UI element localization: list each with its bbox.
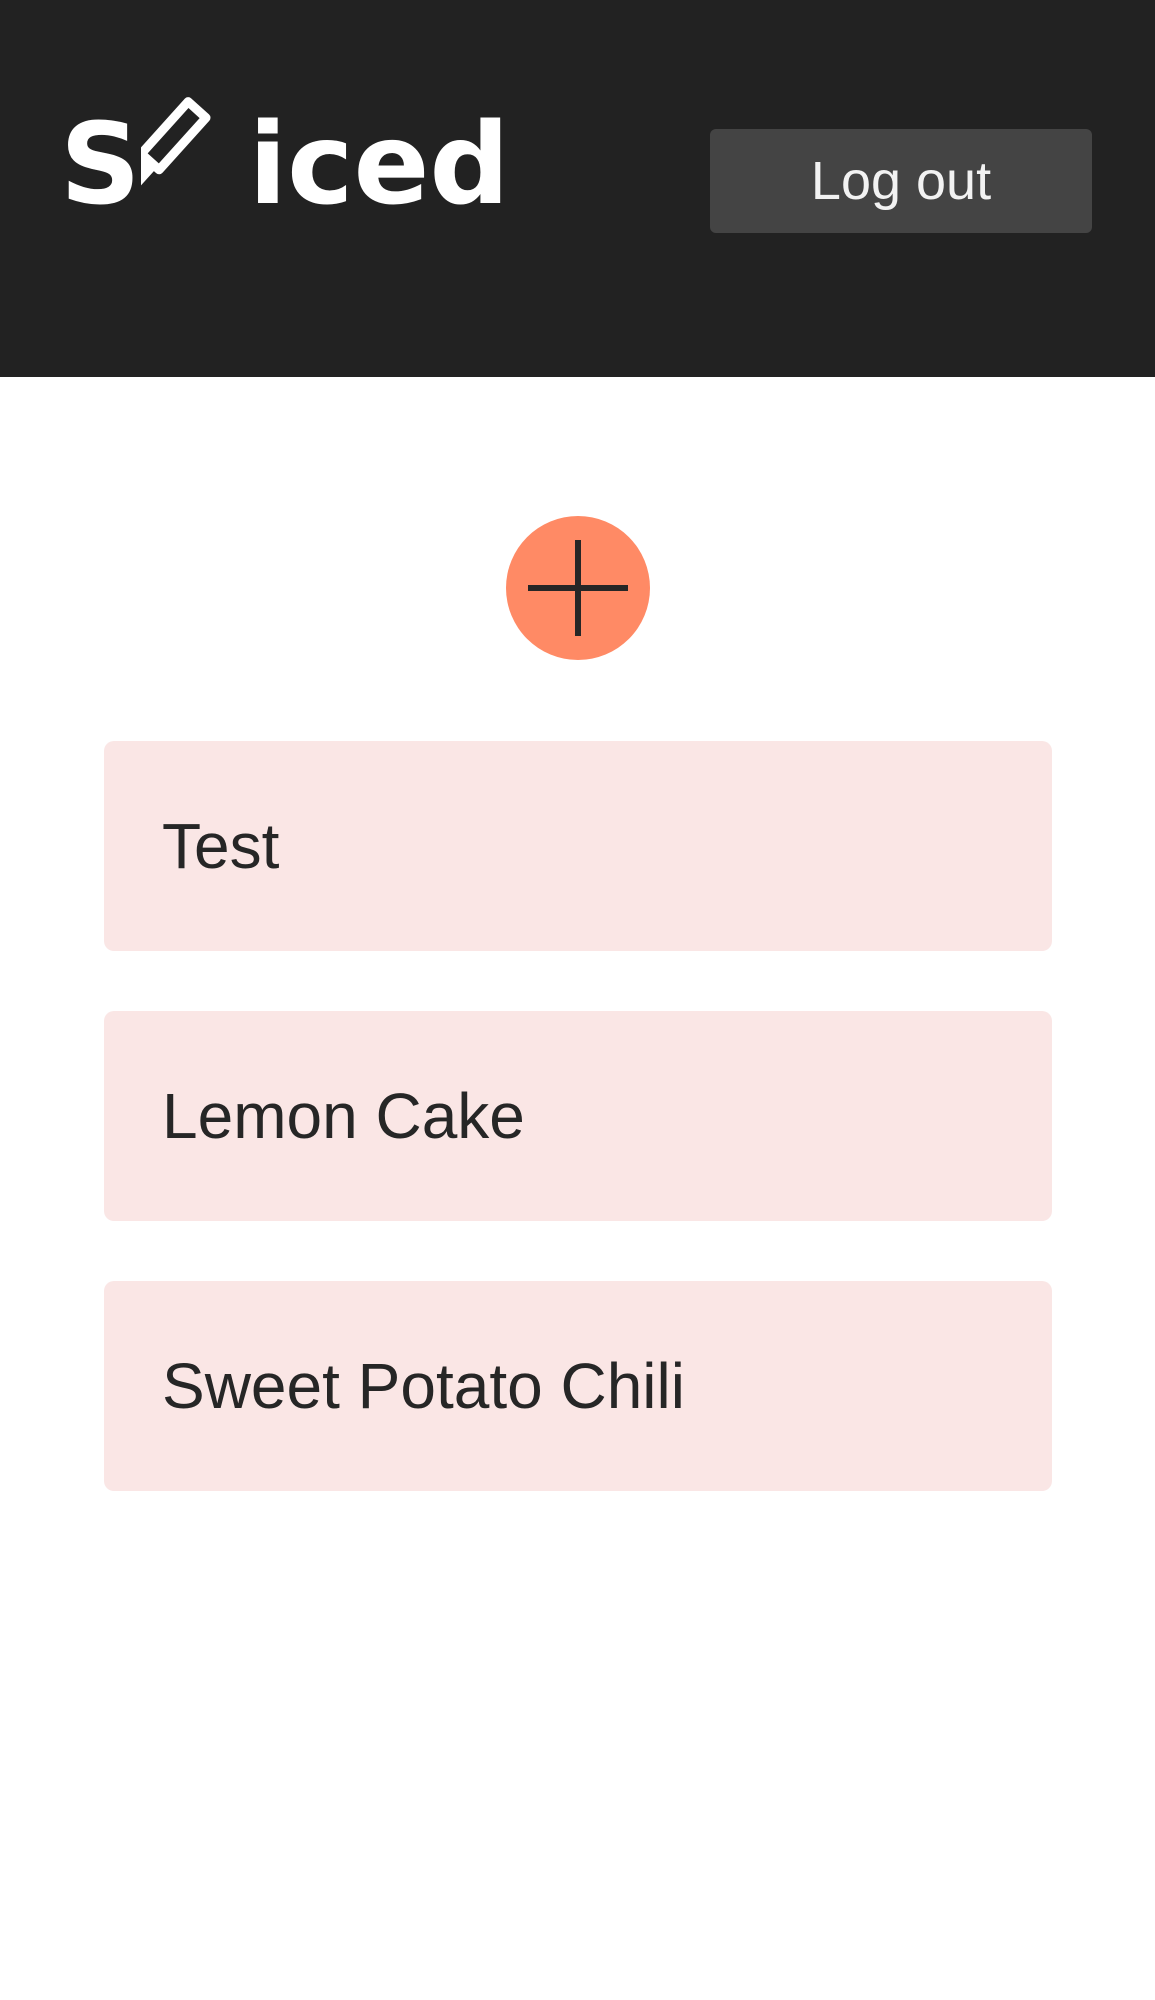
recipe-list: Test Lemon Cake Sweet Potato Chili — [104, 741, 1052, 1551]
recipe-item-sweet-potato-chili[interactable]: Sweet Potato Chili — [104, 1281, 1052, 1491]
knife-icon — [140, 96, 249, 221]
add-recipe-button[interactable] — [506, 516, 650, 660]
recipe-item-test[interactable]: Test — [104, 741, 1052, 951]
logout-button[interactable]: Log out — [710, 129, 1092, 233]
app-logo: Siced — [60, 96, 510, 221]
plus-icon — [528, 540, 628, 636]
app-root: Siced Log out Test Lemon Cake Sweet Pota… — [0, 0, 1155, 2000]
logo-prefix: S — [60, 100, 141, 230]
app-header: Siced Log out — [0, 0, 1155, 377]
logo-suffix: iced — [248, 100, 510, 230]
recipe-item-lemon-cake[interactable]: Lemon Cake — [104, 1011, 1052, 1221]
